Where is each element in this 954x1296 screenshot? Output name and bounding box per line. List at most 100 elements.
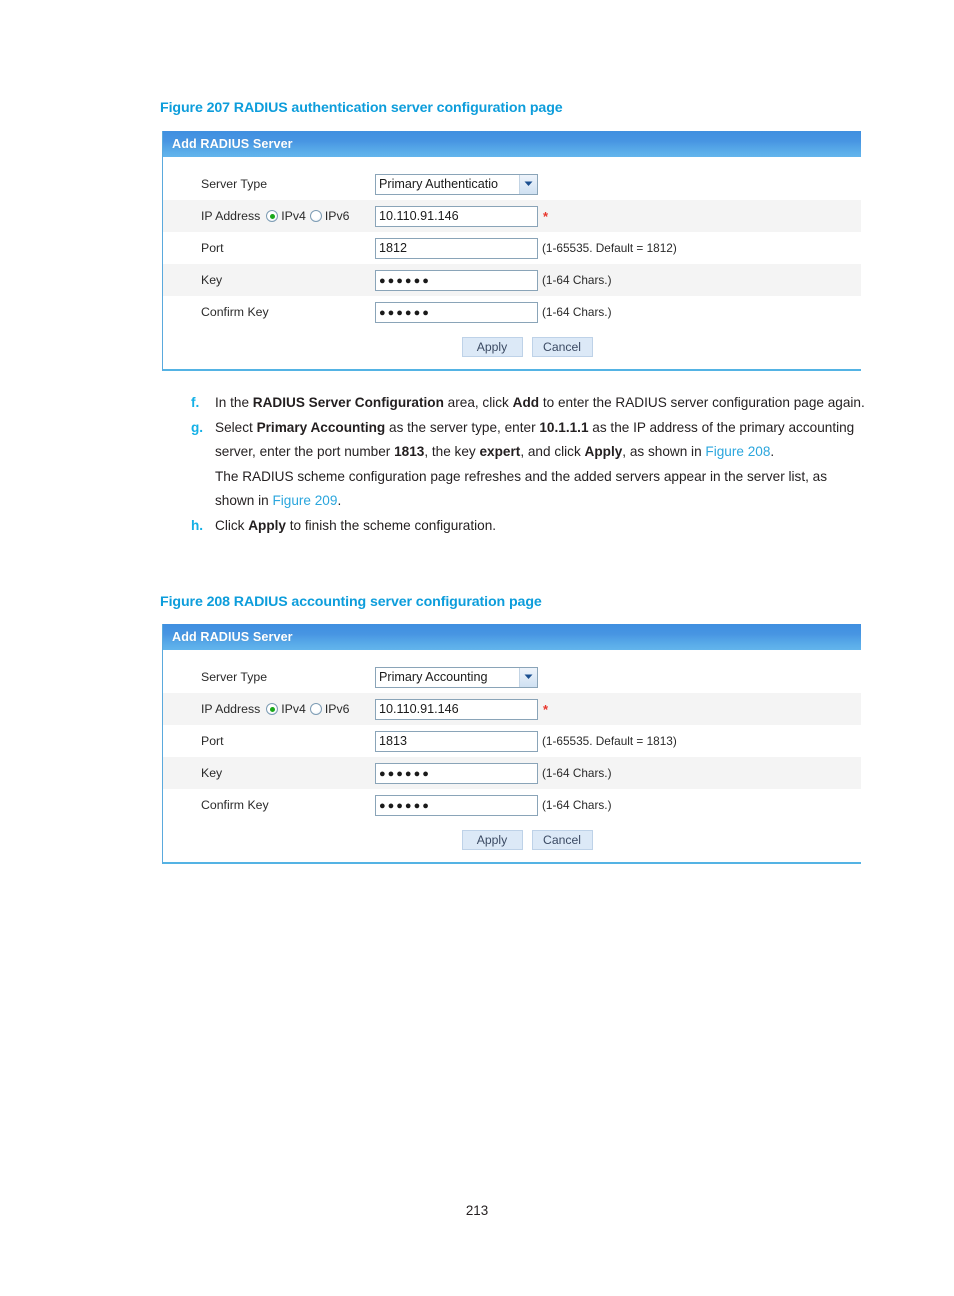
confirm-key-input-acct[interactable]: ●●●●●●	[375, 794, 538, 816]
form-row-confirm-key-acct: Confirm Key ●●●●●● (1-64 Chars.)	[163, 789, 861, 821]
label-port-acct: Port	[201, 734, 224, 748]
hint-port-auth: (1-65535. Default = 1812)	[542, 241, 677, 255]
panel-body-auth: Server Type Primary Authenticatio IP Add…	[163, 157, 861, 368]
server-type-select-acct[interactable]: Primary Accounting	[375, 666, 538, 688]
panel-actions-auth: Apply Cancel	[163, 328, 861, 368]
control-key-auth: ●●●●●● (1-64 Chars.)	[375, 269, 612, 291]
panel-bottom-rule-auth	[163, 369, 861, 371]
step-f-text-3: to enter the RADIUS server configuration…	[539, 395, 865, 410]
radio-ipv6-acct[interactable]: IPv6	[309, 702, 350, 716]
step-h-bold-1: Apply	[248, 518, 286, 533]
server-type-value-auth: Primary Authenticatio	[379, 177, 498, 191]
hint-confirm-key-auth: (1-64 Chars.)	[542, 305, 612, 319]
add-radius-server-panel-acct: Add RADIUS Server Server Type Primary Ac…	[162, 624, 862, 864]
step-g-text-1: Select	[215, 420, 257, 435]
server-type-value-acct: Primary Accounting	[379, 670, 488, 684]
step-g-bold-3: 1813	[394, 444, 425, 459]
control-ip-address-auth: 10.110.91.146 *	[375, 205, 549, 227]
step-g-text-5: , and click	[520, 444, 585, 459]
control-port-auth: 1812 (1-65535. Default = 1812)	[375, 237, 677, 259]
confirm-key-input-auth[interactable]: ●●●●●●	[375, 301, 538, 323]
radio-ipv6-auth[interactable]: IPv6	[309, 209, 350, 223]
step-g-text-4: , the key	[424, 444, 480, 459]
step-h-body: Click Apply to finish the scheme configu…	[215, 514, 869, 538]
step-g-text-7: .	[770, 444, 775, 459]
ip-address-input-auth[interactable]: 10.110.91.146	[375, 205, 538, 227]
form-row-server-type-auth: Server Type Primary Authenticatio	[163, 168, 861, 200]
page-number: 213	[465, 1203, 489, 1218]
step-g-text-6: , as shown in	[622, 444, 706, 459]
hint-key-auth: (1-64 Chars.)	[542, 273, 612, 287]
chevron-down-icon[interactable]	[519, 174, 537, 194]
control-key-acct: ●●●●●● (1-64 Chars.)	[375, 762, 612, 784]
panel-bottom-rule-acct	[163, 862, 861, 864]
key-input-auth[interactable]: ●●●●●●	[375, 269, 538, 291]
port-input-auth[interactable]: 1812	[375, 237, 538, 259]
step-g: g. Select Primary Accounting as the serv…	[191, 416, 869, 464]
step-g-marker: g.	[191, 420, 204, 435]
step-f-marker: f.	[191, 395, 200, 410]
panel-title-auth: Add RADIUS Server	[163, 131, 861, 157]
step-f: f. In the RADIUS Server Configuration ar…	[191, 391, 869, 415]
panel-title-acct: Add RADIUS Server	[163, 624, 861, 650]
step-f-text-1: In the	[215, 395, 253, 410]
label-ip-address-acct: IP Address IPv4 IPv6	[201, 702, 350, 716]
key-input-acct[interactable]: ●●●●●●	[375, 762, 538, 784]
ip-address-input-acct[interactable]: 10.110.91.146	[375, 698, 538, 720]
control-confirm-key-acct: ●●●●●● (1-64 Chars.)	[375, 794, 612, 816]
form-row-key-acct: Key ●●●●●● (1-64 Chars.)	[163, 757, 861, 789]
step-h-marker: h.	[191, 518, 204, 533]
step-g-bold-2: 10.1.1.1	[539, 420, 589, 435]
step-f-bold-2: Add	[512, 395, 540, 410]
label-confirm-key-auth: Confirm Key	[201, 305, 269, 319]
label-server-type-acct: Server Type	[201, 670, 268, 684]
port-input-acct[interactable]: 1813	[375, 730, 538, 752]
radio-ipv4-icon[interactable]	[266, 703, 279, 715]
required-marker-ip-auth: *	[543, 208, 549, 224]
panel-body-acct: Server Type Primary Accounting IP Addres…	[163, 650, 861, 861]
cancel-button-acct[interactable]: Cancel	[531, 830, 593, 850]
control-port-acct: 1813 (1-65535. Default = 1813)	[375, 730, 677, 752]
figure-208-caption: Figure 208 RADIUS accounting server conf…	[160, 594, 542, 610]
add-radius-server-panel-auth: Add RADIUS Server Server Type Primary Au…	[162, 131, 862, 371]
step-h: h. Click Apply to finish the scheme conf…	[191, 514, 869, 538]
label-key-acct: Key	[201, 766, 223, 780]
label-ip-address-auth: IP Address IPv4 IPv6	[201, 209, 350, 223]
chevron-down-icon[interactable]	[519, 667, 537, 687]
step-g-text-2: as the server type, enter	[385, 420, 540, 435]
form-row-confirm-key-auth: Confirm Key ●●●●●● (1-64 Chars.)	[163, 296, 861, 328]
cancel-button-auth[interactable]: Cancel	[531, 337, 593, 357]
hint-key-acct: (1-64 Chars.)	[542, 766, 612, 780]
radio-ipv6-icon[interactable]	[309, 703, 322, 715]
panel-actions-acct: Apply Cancel	[163, 821, 861, 861]
form-row-port-auth: Port 1812 (1-65535. Default = 1812)	[163, 232, 861, 264]
control-ip-address-acct: 10.110.91.146 *	[375, 698, 549, 720]
radio-ipv6-label: IPv6	[324, 702, 350, 716]
radio-ipv4-acct[interactable]: IPv4	[266, 702, 306, 716]
apply-button-auth[interactable]: Apply	[461, 337, 523, 357]
apply-button-acct[interactable]: Apply	[461, 830, 523, 850]
xref-figure-208[interactable]: Figure 208	[705, 444, 770, 459]
step-g-body: Select Primary Accounting as the server …	[215, 416, 869, 464]
step-g-bold-1: Primary Accounting	[256, 420, 386, 435]
form-row-server-type-acct: Server Type Primary Accounting	[163, 661, 861, 693]
step-f-bold-1: RADIUS Server Configuration	[252, 395, 444, 410]
radio-ipv6-icon[interactable]	[309, 210, 322, 222]
required-marker-ip-acct: *	[543, 701, 549, 717]
xref-figure-209[interactable]: Figure 209	[272, 493, 337, 508]
radio-ipv4-auth[interactable]: IPv4	[266, 209, 306, 223]
step-g-note-text-2: .	[337, 493, 342, 508]
step-g-note: The RADIUS scheme configuration page ref…	[215, 465, 869, 513]
label-confirm-key-acct: Confirm Key	[201, 798, 269, 812]
server-type-select-auth[interactable]: Primary Authenticatio	[375, 173, 538, 195]
label-key-auth: Key	[201, 273, 223, 287]
step-f-text-2: area, click	[443, 395, 513, 410]
radio-ipv6-label: IPv6	[324, 209, 350, 223]
radio-ipv4-icon[interactable]	[266, 210, 279, 222]
ip-version-radio-group-acct: IPv4 IPv6	[266, 702, 349, 716]
label-server-type-auth: Server Type	[201, 177, 268, 191]
step-f-body: In the RADIUS Server Configuration area,…	[215, 391, 869, 415]
step-list: f. In the RADIUS Server Configuration ar…	[191, 391, 869, 539]
ip-version-radio-group-auth: IPv4 IPv6	[266, 209, 349, 223]
step-h-text-2: to finish the scheme configuration.	[286, 518, 497, 533]
